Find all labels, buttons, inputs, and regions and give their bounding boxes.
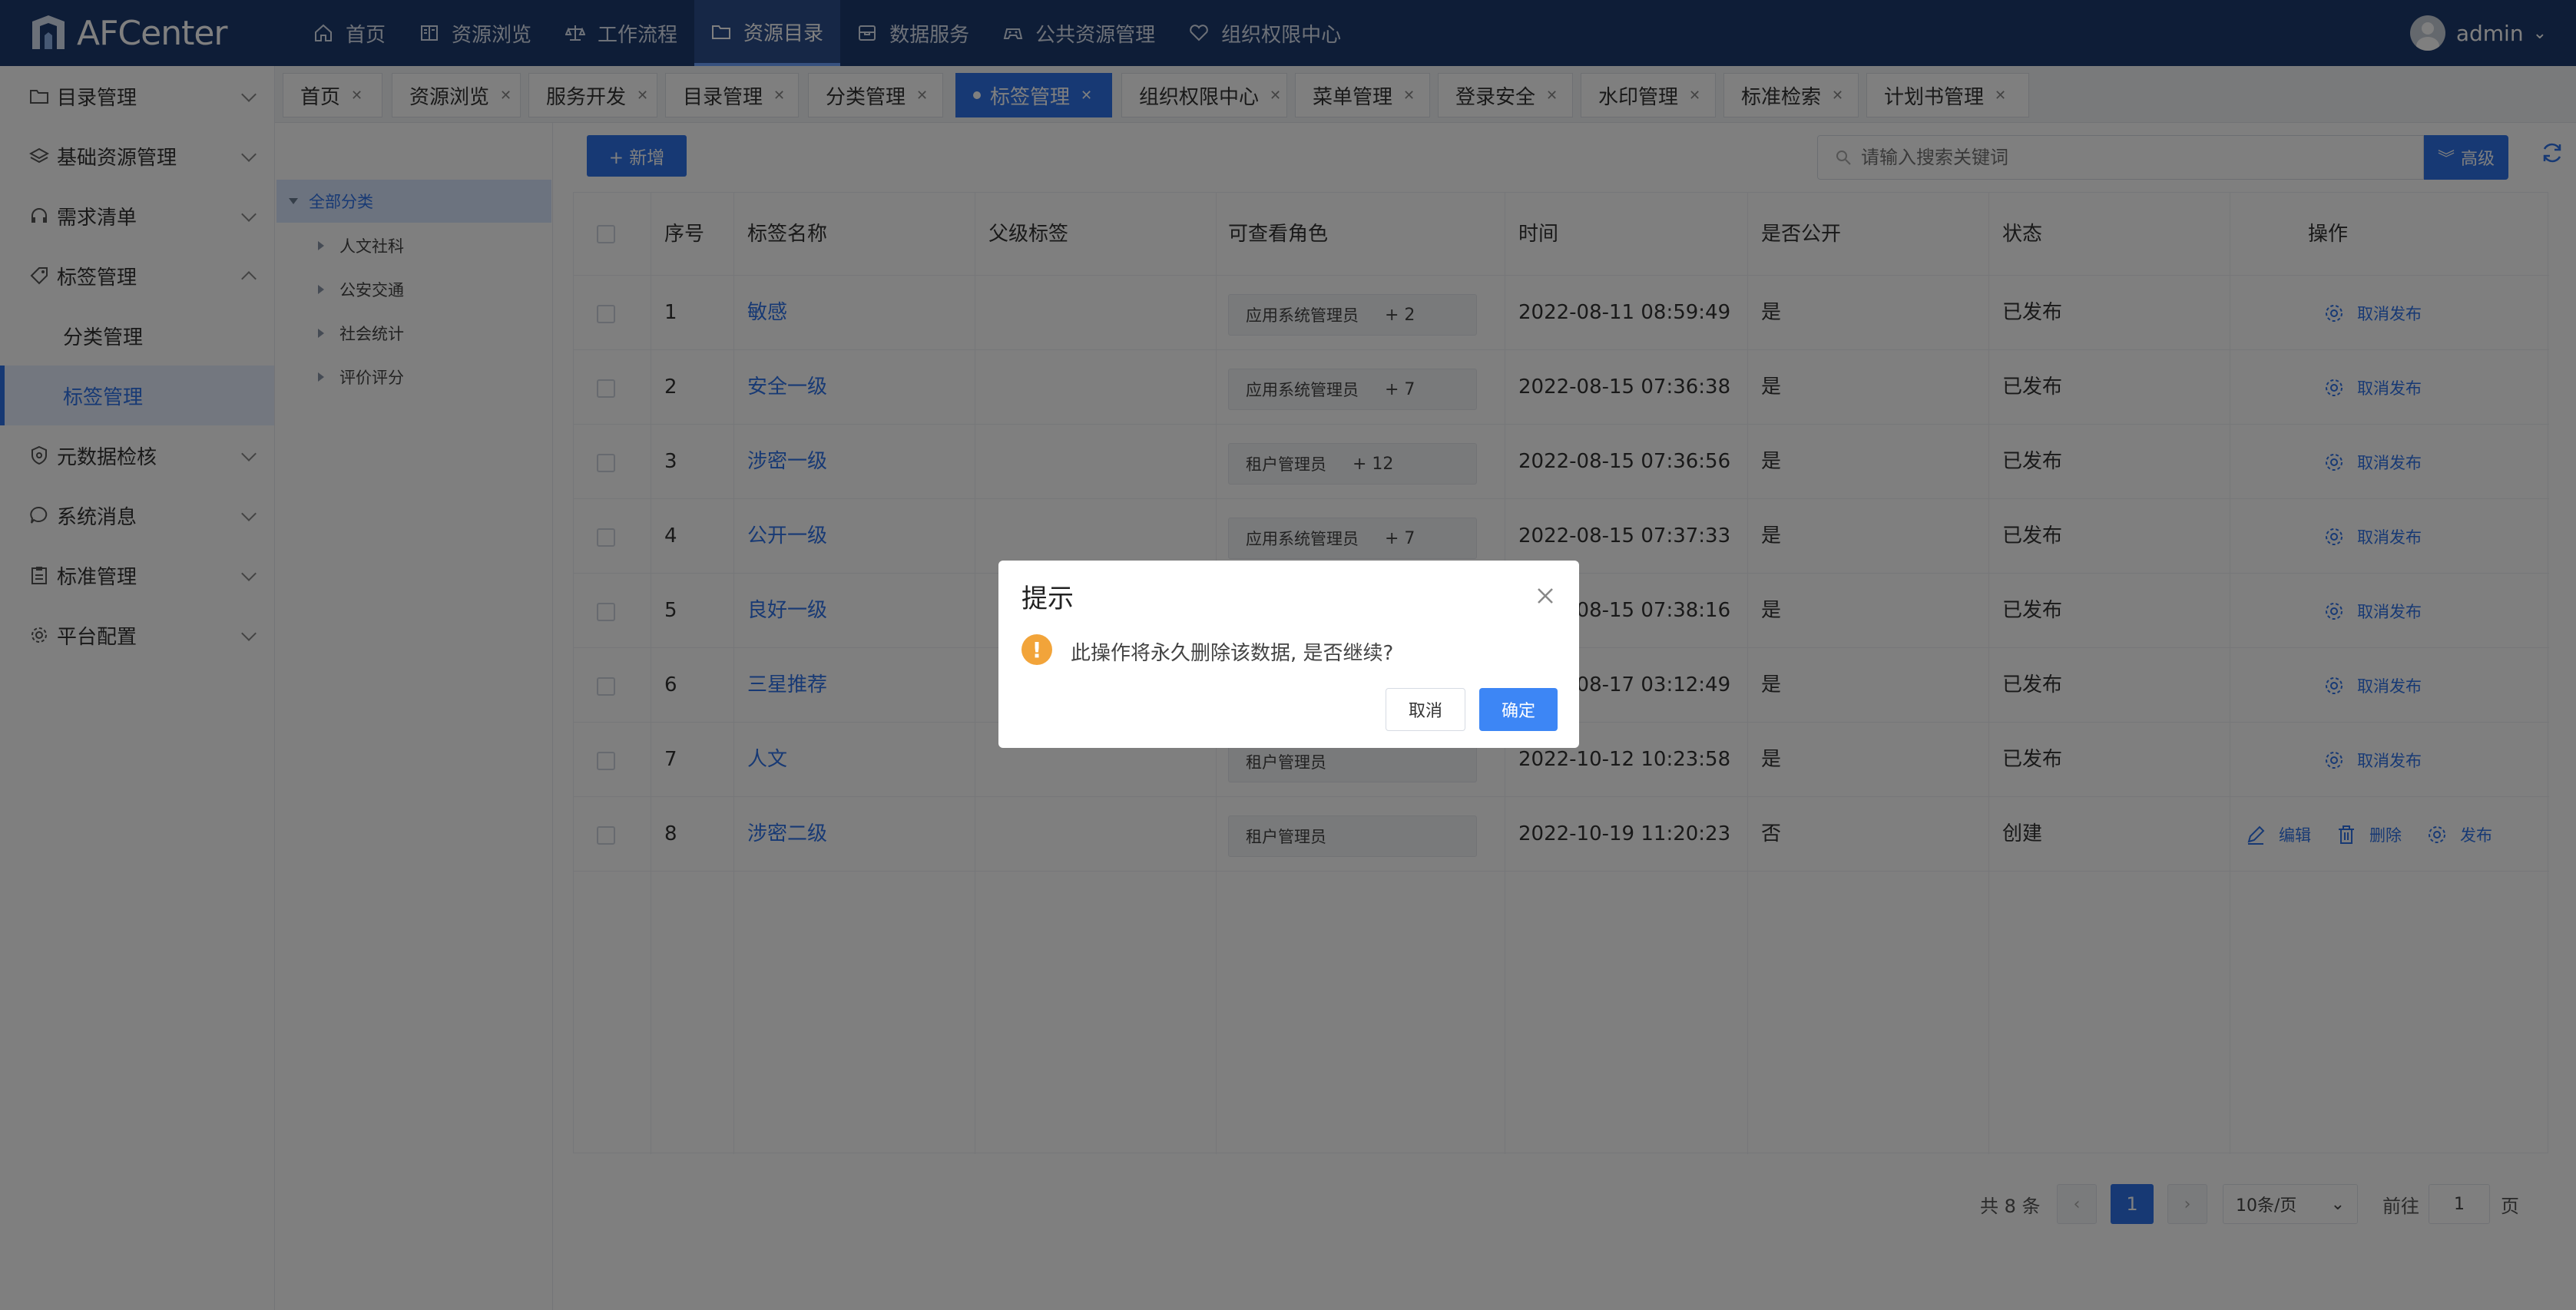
close-icon[interactable] [1535, 585, 1556, 607]
confirm-dialog: 提示 ! 此操作将永久删除该数据, 是否继续? 取消 确定 [998, 561, 1579, 748]
dialog-message: 此操作将永久删除该数据, 是否继续? [1071, 642, 1394, 665]
dialog-title: 提示 [1021, 584, 1074, 614]
cancel-button[interactable]: 取消 [1386, 688, 1465, 731]
confirm-button[interactable]: 确定 [1479, 688, 1558, 731]
warning-icon: ! [1021, 634, 1052, 665]
